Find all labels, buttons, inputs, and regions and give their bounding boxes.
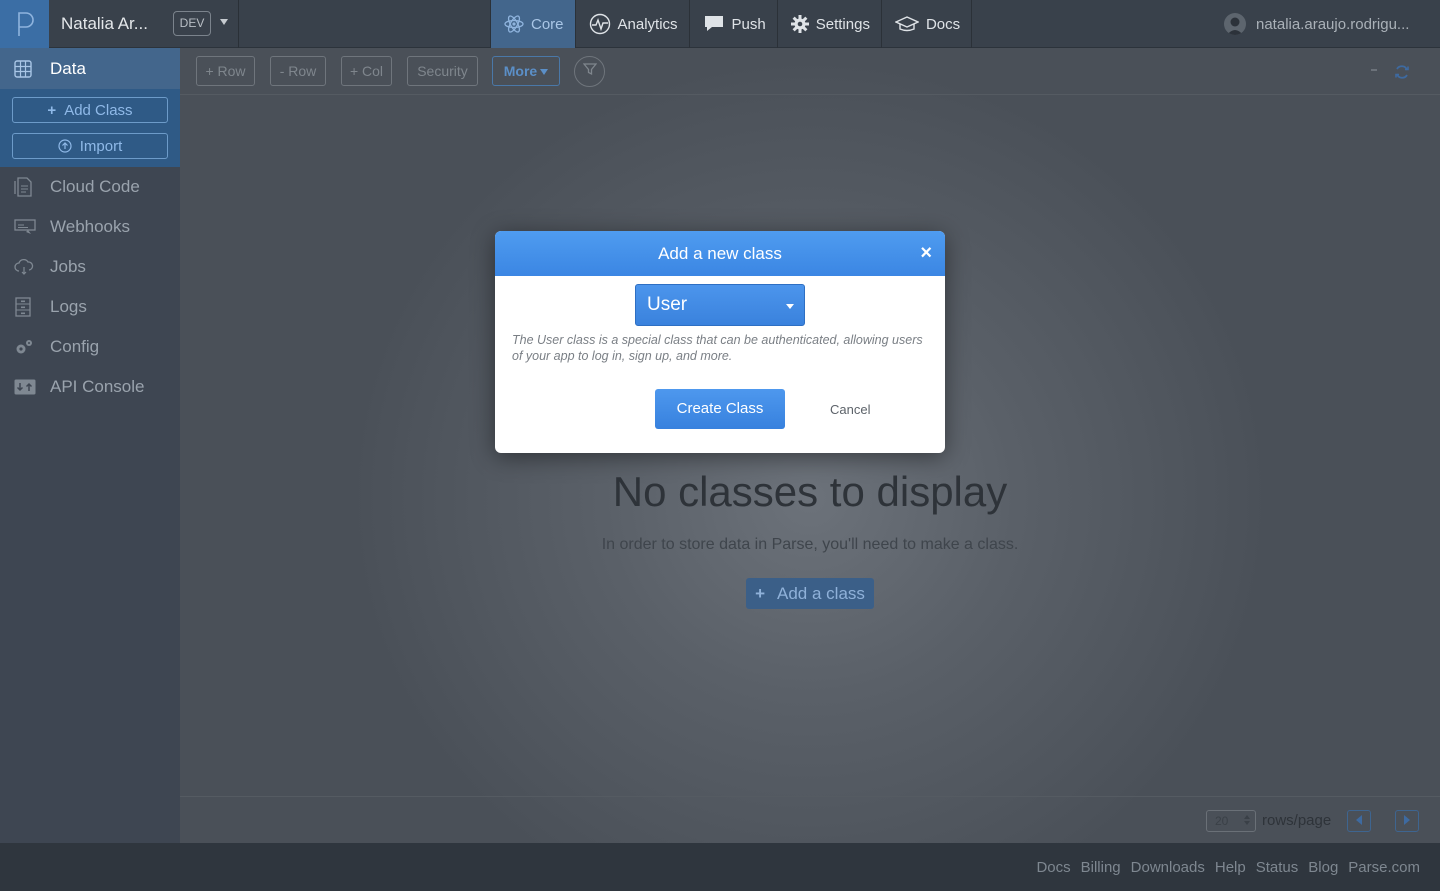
nav-settings[interactable]: Settings [778, 0, 882, 48]
divider [238, 0, 239, 48]
log-icon [14, 297, 50, 317]
add-class-label: Add Class [64, 101, 133, 119]
class-type-value: User [647, 294, 688, 315]
nav-core[interactable]: Core [490, 0, 576, 48]
nav-docs[interactable]: Docs [882, 0, 973, 48]
sidebar-item-label: Data [50, 58, 86, 78]
graduation-cap-icon [894, 16, 919, 32]
sidebar-item-label: Jobs [50, 257, 86, 276]
sidebar-item-label: Config [50, 337, 100, 356]
console-icon [14, 379, 50, 395]
sidebar-item-cloud-code[interactable]: Cloud Code [0, 167, 180, 207]
user-menu[interactable]: natalia.araujo.rodrigu... [1224, 0, 1440, 48]
footer-link-docs[interactable]: Docs [1036, 859, 1070, 876]
modal-header: Add a new class × [495, 231, 945, 276]
add-row-button[interactable]: + Row [196, 56, 255, 86]
top-bar: Natalia Ar... DEV Core Analytics Push Se… [0, 0, 1440, 48]
rows-per-page-value: 20 [1215, 814, 1229, 828]
sidebar-item-webhooks[interactable]: Webhooks [0, 207, 180, 247]
cloud-icon [14, 259, 50, 275]
document-icon [14, 177, 50, 197]
footer: Docs Billing Downloads Help Status Blog … [0, 843, 1440, 891]
sidebar-item-label: Logs [50, 297, 87, 316]
more-label: More [503, 63, 538, 79]
nav-push[interactable]: Push [690, 0, 778, 48]
footer-link-parse[interactable]: Parse.com [1348, 859, 1420, 876]
add-class-button[interactable]: + Add Class [12, 97, 168, 123]
avatar [1224, 13, 1246, 35]
archive-icon[interactable] [1366, 64, 1382, 78]
footer-links: Docs Billing Downloads Help Status Blog … [1036, 859, 1420, 876]
add-a-class-label: Add a class [777, 583, 865, 603]
rows-per-page-select[interactable]: 20 [1206, 810, 1256, 832]
class-type-select[interactable]: User [635, 284, 805, 326]
footer-link-help[interactable]: Help [1215, 859, 1246, 876]
chevron-down-icon [786, 304, 794, 309]
more-button[interactable]: More [492, 56, 560, 86]
nav-push-label: Push [731, 15, 766, 33]
pagination-bar: 20 rows/page [180, 796, 1440, 843]
refresh-icon[interactable] [1394, 64, 1410, 80]
security-button[interactable]: Security [407, 56, 478, 86]
filter-button[interactable] [574, 56, 605, 87]
parse-logo[interactable] [0, 0, 49, 48]
create-class-button[interactable]: Create Class [655, 389, 785, 429]
nav-analytics[interactable]: Analytics [576, 0, 690, 48]
add-class-modal: Add a new class × User The User class is… [495, 231, 945, 453]
filter-icon [582, 62, 597, 81]
close-icon[interactable]: × [920, 231, 932, 276]
triangle-left-icon [1355, 812, 1363, 830]
next-page-button[interactable] [1395, 810, 1419, 832]
sidebar-item-label: Webhooks [50, 217, 131, 236]
webhook-icon [14, 218, 50, 236]
atom-icon [504, 14, 524, 34]
sidebar-item-data[interactable]: Data [0, 48, 180, 89]
toolbar: + Row - Row + Col Security More [180, 48, 1440, 95]
import-label: Import [79, 137, 123, 155]
modal-title: Add a new class [658, 244, 782, 263]
table-grid-icon [14, 59, 50, 78]
app-name[interactable]: Natalia Ar... [61, 14, 148, 34]
sidebar-item-logs[interactable]: Logs [0, 287, 180, 327]
add-a-class-button[interactable]: + Add a class [746, 578, 874, 609]
user-name: natalia.araujo.rodrigu... [1256, 15, 1410, 33]
sidebar: Data + Add Class Import Cloud Code Webho… [0, 48, 180, 843]
plus-icon: + [47, 101, 57, 119]
nav-core-label: Core [531, 15, 564, 33]
nav-settings-label: Settings [815, 15, 870, 33]
nav-analytics-label: Analytics [617, 15, 678, 33]
sidebar-actions: + Add Class Import [0, 89, 180, 167]
gears-icon [14, 338, 50, 356]
sidebar-item-config[interactable]: Config [0, 327, 180, 367]
app-switcher-chevron-icon[interactable] [220, 19, 228, 25]
nav-docs-label: Docs [925, 15, 961, 33]
chevron-down-icon [540, 69, 549, 76]
add-column-button[interactable]: + Col [341, 56, 392, 86]
class-description: The User class is a special class that c… [512, 333, 923, 363]
main-nav: Core Analytics Push Settings Docs [490, 0, 973, 48]
chat-bubble-icon [703, 14, 725, 34]
footer-link-downloads[interactable]: Downloads [1131, 859, 1205, 876]
cancel-button[interactable]: Cancel [830, 402, 870, 417]
stepper-arrows-icon [1244, 815, 1250, 825]
footer-link-billing[interactable]: Billing [1081, 859, 1121, 876]
footer-link-status[interactable]: Status [1256, 859, 1299, 876]
triangle-right-icon [1403, 812, 1411, 830]
empty-state-title: No classes to display [612, 468, 1008, 515]
gear-icon [790, 15, 809, 33]
empty-state-subtitle: In order to store data in Parse, you'll … [601, 536, 1019, 553]
env-badge[interactable]: DEV [173, 11, 211, 36]
remove-row-button[interactable]: - Row [270, 56, 326, 86]
rows-per-page-label: rows/page [1262, 812, 1332, 829]
import-button[interactable]: Import [12, 133, 168, 159]
sidebar-item-label: Cloud Code [50, 177, 140, 196]
pulse-icon [589, 13, 611, 35]
upload-icon [58, 139, 72, 153]
sidebar-item-api-console[interactable]: API Console [0, 367, 180, 407]
plus-icon: + [755, 583, 766, 603]
previous-page-button[interactable] [1347, 810, 1371, 832]
sidebar-item-jobs[interactable]: Jobs [0, 247, 180, 287]
footer-link-blog[interactable]: Blog [1308, 859, 1338, 876]
sidebar-item-label: API Console [50, 377, 145, 396]
